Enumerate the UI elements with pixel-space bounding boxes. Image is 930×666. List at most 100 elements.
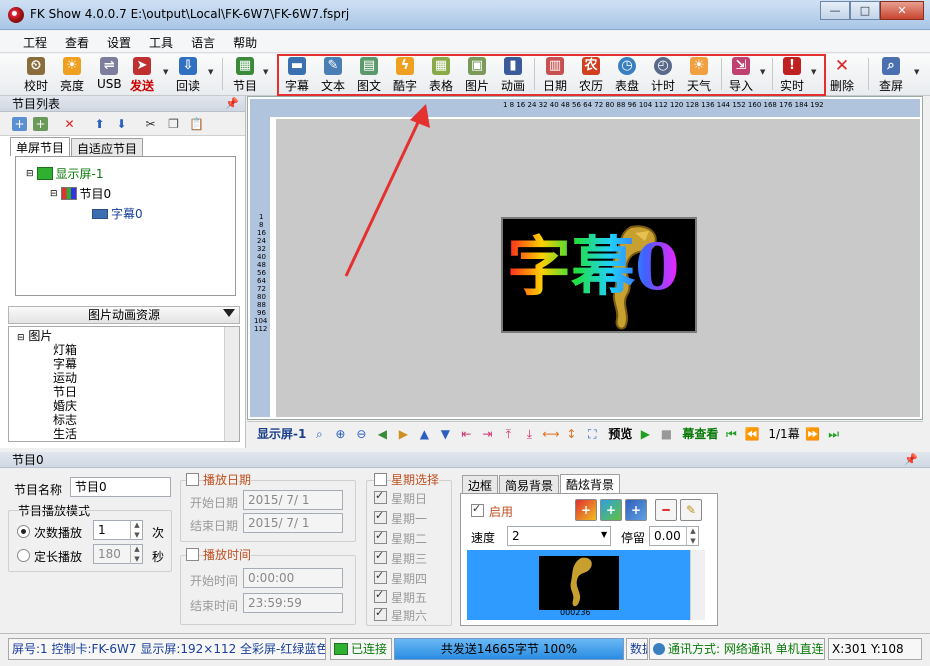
led-screen-preview[interactable]: 字幕0 <box>501 217 697 333</box>
tab-adaptive[interactable]: 自适应节目 <box>71 138 144 156</box>
preview-scrollbar[interactable] <box>690 550 705 620</box>
clear-brush-icon[interactable]: ✎ <box>680 499 702 521</box>
resource-scrollbar[interactable] <box>224 327 239 441</box>
weekday-checkbox[interactable] <box>374 569 387 584</box>
align-top-icon[interactable]: ⤒ <box>500 426 516 442</box>
zoom-in-icon[interactable]: ⊕ <box>332 426 348 442</box>
program-list-panel: 节目列表 📌 + + ✕ ⬆ ⬇ ✂ ❐ 📋 单屏节目 自适应节目 ⊟ 显示屏-1 … <box>0 96 246 448</box>
remove-icon[interactable]: ━ <box>655 499 677 521</box>
close-button[interactable]: ✕ <box>880 1 924 20</box>
tree-node-subtitle[interactable]: 字幕0 <box>92 205 143 222</box>
zoom-out-icon[interactable]: ⊖ <box>353 426 369 442</box>
dropdown-arrow-icon[interactable]: ▼ <box>601 530 607 539</box>
end-time-input[interactable]: 23:59:59 <box>243 593 343 613</box>
first-scene-icon[interactable]: ⏮ <box>723 426 739 442</box>
collapse-arrow-icon[interactable] <box>223 309 235 317</box>
check-screen-button[interactable]: ⌕ 查屏 <box>879 55 903 93</box>
fullscreen-icon[interactable]: ⛶ <box>584 426 600 442</box>
weekday-checkbox[interactable] <box>374 489 387 504</box>
copy-icon[interactable]: ❐ <box>166 117 181 131</box>
stretch-horizontal-icon[interactable]: ⟷ <box>542 426 559 442</box>
tree-node-screen[interactable]: ⊟ 显示屏-1 <box>26 165 104 182</box>
play-date-checkbox[interactable] <box>186 473 199 486</box>
program-dropdown-icon[interactable]: ▼ <box>263 68 268 76</box>
zoom-fit-icon[interactable]: ⌕ <box>311 426 327 442</box>
arrow-up-icon[interactable]: ▲ <box>416 426 432 442</box>
send-button[interactable]: ➤ 发送 <box>130 55 154 93</box>
send-dropdown-icon[interactable]: ▼ <box>163 68 168 76</box>
weekday-checkbox[interactable] <box>374 549 387 564</box>
resource-panel-header[interactable]: 图片动画资源 <box>8 306 240 324</box>
pin-icon[interactable]: 📌 <box>225 96 239 112</box>
add-gallery-icon[interactable]: + <box>625 499 647 521</box>
stretch-vertical-icon[interactable]: ↕ <box>563 426 579 442</box>
menu-settings[interactable]: 设置 <box>98 31 140 52</box>
readback-button[interactable]: ⇩ 回读 <box>176 55 200 93</box>
stay-spinner[interactable]: ▲ ▼ <box>686 526 699 546</box>
red-arrow-annotation <box>344 104 430 277</box>
background-preview-list[interactable]: 000236 <box>467 550 705 620</box>
play-time-checkbox[interactable] <box>186 548 199 561</box>
arrow-left-icon[interactable]: ◀ <box>374 426 390 442</box>
program-name-input[interactable]: 节目0 <box>70 477 171 497</box>
count-spinner[interactable]: ▲ ▼ <box>130 520 143 540</box>
weekday-checkbox[interactable] <box>374 588 387 603</box>
add-program-icon[interactable]: + <box>33 117 48 131</box>
menu-project[interactable]: 工程 <box>14 31 56 52</box>
arrow-down-icon[interactable]: ▼ <box>437 426 453 442</box>
week-select-checkbox[interactable] <box>374 473 387 486</box>
last-scene-icon[interactable]: ⏭ <box>826 426 842 442</box>
align-left-icon[interactable]: ⇤ <box>458 426 474 442</box>
weekday-checkbox[interactable] <box>374 606 387 621</box>
menu-language[interactable]: 语言 <box>182 31 224 52</box>
prev-scene-icon[interactable]: ⏪ <box>744 426 760 442</box>
resource-root[interactable]: ⊟ 图片 <box>17 327 52 344</box>
align-bottom-icon[interactable]: ⤓ <box>521 426 537 442</box>
readback-dropdown-icon[interactable]: ▼ <box>208 68 213 76</box>
speed-select[interactable]: 2 <box>507 526 611 546</box>
menu-view[interactable]: 查看 <box>56 31 98 52</box>
tree-node-program[interactable]: ⊟ 节目0 <box>50 185 111 202</box>
align-right-icon[interactable]: ⇥ <box>479 426 495 442</box>
weekday-checkbox[interactable] <box>374 529 387 544</box>
tab-simple-background[interactable]: 简易背景 <box>499 475 560 495</box>
enable-checkbox[interactable] <box>471 502 484 517</box>
count-play-radio[interactable] <box>17 525 30 538</box>
pin-icon[interactable]: 📌 <box>904 452 918 468</box>
program-button[interactable]: ▦ 节目 <box>233 55 257 93</box>
menu-tools[interactable]: 工具 <box>140 31 182 52</box>
check-screen-dropdown-icon[interactable]: ▼ <box>914 68 919 76</box>
arrow-right-icon[interactable]: ▶ <box>395 426 411 442</box>
sync-time-button[interactable]: ⏲ 校时 <box>24 55 48 93</box>
start-time-input[interactable]: 0:00:00 <box>243 568 343 588</box>
play-mode-group <box>8 510 172 572</box>
delete-button[interactable]: ✕ 删除 <box>830 55 854 93</box>
delete-icon[interactable]: ✕ <box>62 117 77 131</box>
start-date-input[interactable]: 2015/ 7/ 1 <box>243 490 343 510</box>
add-image-icon[interactable]: + <box>600 499 622 521</box>
move-down-icon[interactable]: ⬇ <box>114 117 129 131</box>
add-background-icon[interactable]: + <box>575 499 597 521</box>
brightness-button[interactable]: ☀ 亮度 <box>60 55 84 93</box>
play-icon[interactable]: ▶ <box>637 426 653 442</box>
move-up-icon[interactable]: ⬆ <box>92 117 107 131</box>
tab-single-screen[interactable]: 单屏节目 <box>10 137 71 156</box>
start-date-label: 开始日期 <box>190 496 239 510</box>
fixed-play-radio[interactable] <box>17 549 30 562</box>
tab-cool-background[interactable]: 酷炫背景 <box>560 474 621 494</box>
tab-border[interactable]: 边框 <box>462 475 499 495</box>
stop-icon[interactable]: ■ <box>658 426 674 442</box>
usb-button[interactable]: ⇌ USB <box>97 55 122 93</box>
add-screen-icon[interactable]: + <box>12 117 27 131</box>
paste-icon[interactable]: 📋 <box>189 117 204 131</box>
weekday-checkbox[interactable] <box>374 509 387 524</box>
next-scene-icon[interactable]: ⏩ <box>805 426 821 442</box>
minimize-button[interactable]: — <box>820 1 850 20</box>
maximize-button[interactable]: □ <box>850 1 880 20</box>
resource-item[interactable]: 生活 <box>53 425 77 441</box>
background-thumbnail[interactable] <box>539 556 619 610</box>
fixed-spinner[interactable]: ▲ ▼ <box>130 544 143 564</box>
cut-icon[interactable]: ✂ <box>143 117 158 131</box>
menu-help[interactable]: 帮助 <box>224 31 266 52</box>
end-date-input[interactable]: 2015/ 7/ 1 <box>243 513 343 533</box>
